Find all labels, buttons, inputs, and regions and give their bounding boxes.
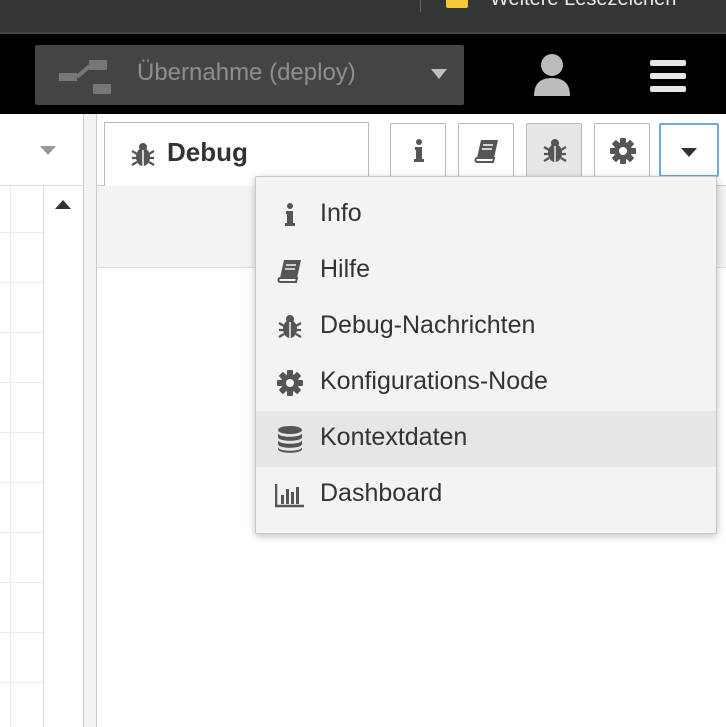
gear-icon	[610, 138, 636, 164]
workspace-tab-bar	[0, 114, 83, 186]
sidebar-debug-button[interactable]	[526, 123, 582, 177]
menu-item-label: Hilfe	[320, 255, 371, 283]
menu-item-debug-messages[interactable]: Debug-Nachrichten	[256, 299, 716, 355]
workspace-canvas[interactable]	[0, 186, 44, 727]
bug-icon	[543, 139, 567, 162]
menu-item-label: Info	[320, 199, 362, 227]
sidebar-more-button[interactable]	[659, 123, 719, 177]
app-header: Übernahme (deploy)	[0, 32, 726, 114]
book-icon	[277, 260, 301, 283]
menu-item-info[interactable]: Info	[256, 187, 716, 243]
menu-item-label: Konfigurations-Node	[320, 367, 548, 395]
folder-icon[interactable]	[446, 0, 468, 8]
sidebar-splitter[interactable]	[83, 114, 97, 727]
menu-item-context-data[interactable]: Kontextdaten	[256, 411, 716, 467]
scroll-up-icon[interactable]	[55, 200, 71, 209]
menu-item-label: Debug-Nachrichten	[320, 311, 536, 339]
gear-icon	[277, 370, 303, 396]
deploy-dropdown-caret-icon[interactable]	[431, 69, 447, 79]
bug-icon	[278, 315, 302, 338]
menu-item-config-nodes[interactable]: Konfigurations-Node	[256, 355, 716, 411]
bug-icon	[131, 143, 155, 166]
deploy-button[interactable]: Übernahme (deploy)	[35, 45, 464, 105]
bar-chart-icon	[275, 484, 304, 508]
deploy-label: Übernahme (deploy)	[137, 59, 356, 86]
hamburger-menu-icon[interactable]	[646, 56, 690, 96]
deploy-icon	[59, 60, 111, 94]
user-icon[interactable]	[528, 52, 576, 98]
database-icon	[278, 426, 302, 453]
sidebar-tabs-dropdown-menu: Info Hilfe Debug-Nachrichten Konfigurati…	[255, 176, 717, 534]
bookmark-folder-label[interactable]: Weitere Lesezeichen	[490, 0, 676, 11]
workspace-tabs-caret-icon[interactable]	[40, 146, 56, 155]
book-icon	[474, 140, 498, 163]
menu-item-label: Dashboard	[320, 479, 443, 507]
bookmark-separator	[420, 0, 421, 12]
tab-debug-label: Debug	[167, 137, 248, 167]
sidebar-info-button[interactable]	[390, 123, 446, 177]
sidebar-config-button[interactable]	[594, 123, 650, 177]
menu-item-dashboard[interactable]: Dashboard	[256, 467, 716, 523]
info-icon	[285, 203, 295, 226]
info-icon	[414, 139, 424, 162]
caret-down-icon	[681, 148, 697, 157]
menu-item-label: Kontextdaten	[320, 423, 468, 451]
sidebar-help-button[interactable]	[458, 123, 514, 177]
browser-bookmark-bar: Weitere Lesezeichen	[0, 0, 726, 32]
workspace-scrollbar[interactable]	[44, 186, 83, 727]
menu-item-help[interactable]: Hilfe	[256, 243, 716, 299]
